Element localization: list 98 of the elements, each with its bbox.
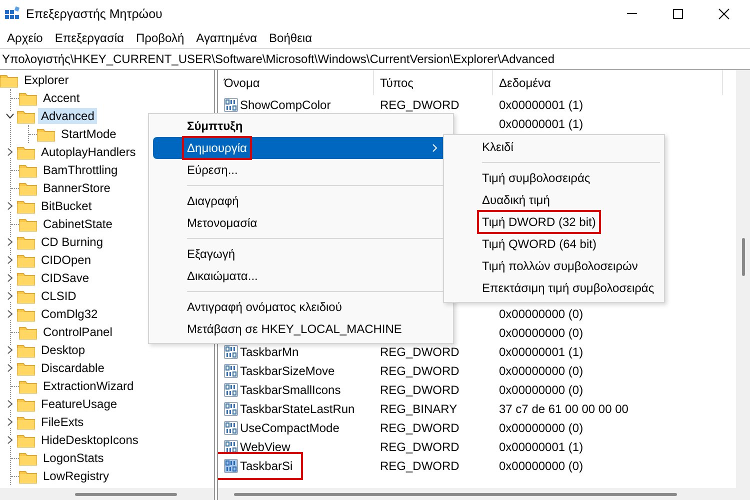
folder-icon — [17, 144, 35, 160]
value-type: REG_DWORD — [379, 420, 460, 436]
window-title: Επεξεργαστής Μητρώου — [26, 6, 162, 23]
folder-icon — [17, 306, 35, 322]
folder-icon — [17, 414, 35, 430]
tree-item[interactable]: CIDSave — [38, 270, 92, 286]
value-name[interactable]: UseCompactMode — [240, 418, 340, 436]
column-header[interactable]: Τύπος — [374, 70, 493, 95]
folder-icon — [17, 396, 35, 412]
scrollbar-thumb[interactable] — [75, 492, 177, 496]
value-name[interactable]: TaskbarSi — [218, 452, 303, 480]
menu-item[interactable]: Τιμή πολλών συμβολοσειρών — [448, 255, 660, 277]
tree-item[interactable]: ComDlg32 — [38, 306, 101, 322]
folder-icon — [0, 72, 18, 88]
menu-item[interactable]: Δυαδική τιμή — [448, 189, 660, 211]
folder-icon — [19, 324, 37, 340]
folder-icon — [19, 216, 37, 232]
folder-icon — [19, 468, 37, 484]
folder-icon — [19, 162, 37, 178]
folder-icon — [17, 108, 35, 124]
scrollbar-thumb[interactable] — [742, 238, 745, 276]
value-type: REG_BINARY — [379, 400, 458, 418]
chevron-right-icon — [431, 143, 439, 153]
value-data: 0x00000000 (0) — [498, 420, 584, 436]
address-field[interactable]: Υπολογιστής\HKEY_CURRENT_USER\Software\Microsoft\Windows\CurrentVersion\Explorer\Advanced — [2, 50, 554, 68]
folder-icon — [19, 90, 37, 106]
value-data: 0x00000001 (1) — [498, 344, 584, 360]
menu-item[interactable]: Αντιγραφή ονόματος κλειδιού — [153, 296, 449, 318]
menu-item[interactable]: Κλειδί — [448, 136, 660, 158]
value-data: 0x00000001 (1) — [498, 116, 584, 132]
value-data: 0x00000000 (0) — [498, 306, 584, 322]
tree-item[interactable]: Explorer — [21, 72, 72, 88]
tree-item[interactable]: BannerStore — [40, 180, 114, 196]
scrollbar-thumb[interactable] — [234, 492, 677, 496]
menu-item[interactable]: Επεξεργασία — [48, 30, 130, 46]
tree-item[interactable]: Advanced — [38, 108, 98, 124]
value-type: REG_DWORD — [379, 344, 460, 360]
menu-item[interactable]: Σύμπτυξη — [153, 115, 449, 137]
tree-item[interactable]: Discardable — [38, 360, 108, 376]
menu-item[interactable]: Αρχείο — [1, 30, 49, 46]
value-type: REG_DWORD — [379, 96, 460, 114]
tree-item[interactable]: StartMode — [58, 126, 120, 142]
menu-item[interactable]: Βοήθεια — [263, 30, 318, 46]
tree-item[interactable]: HideDesktopIcons — [38, 432, 142, 448]
folder-icon — [17, 198, 35, 214]
tree-item[interactable]: CIDOpen — [38, 252, 94, 268]
menu-item[interactable]: Μετάβαση σε HKEY_LOCAL_MACHINE — [153, 318, 449, 340]
column-header[interactable]: Όνομα — [218, 70, 374, 95]
value-type: REG_DWORD — [379, 382, 460, 398]
tree-item[interactable]: ExtractionWizard — [40, 378, 137, 394]
folder-icon — [17, 252, 35, 268]
menu-item[interactable]: Τιμή QWORD (64 bit) — [448, 233, 660, 255]
menu-item[interactable]: Τιμή συμβολοσειράς — [448, 167, 660, 189]
value-data: 0x00000001 (1) — [498, 96, 584, 114]
value-data: 0x00000000 (0) — [498, 324, 584, 342]
value-name[interactable]: TaskbarStateLastRun — [240, 400, 355, 418]
value-name[interactable]: TaskbarSizeMove — [240, 362, 335, 380]
value-type: REG_DWORD — [379, 458, 460, 474]
tree-item[interactable]: Accent — [40, 90, 83, 106]
menu-item[interactable]: Επεκτάσιμη τιμή συμβολοσειράς — [448, 277, 660, 299]
folder-icon — [17, 360, 35, 376]
menu-item[interactable]: Προβολή — [130, 30, 190, 46]
folder-icon — [19, 378, 37, 394]
tree-item[interactable]: LowRegistry — [40, 468, 112, 484]
value-name[interactable]: TaskbarSmallIcons — [240, 380, 341, 398]
menu-item[interactable]: Αγαπημένα — [190, 30, 264, 46]
value-data: 0x00000000 (0) — [498, 362, 584, 380]
app-icon — [4, 6, 20, 22]
tree-item[interactable]: CLSID — [38, 288, 80, 304]
value-data: 0x00000000 (0) — [498, 382, 584, 398]
folder-icon — [17, 432, 35, 448]
tree-item[interactable]: BamThrottling — [40, 162, 121, 178]
column-header[interactable]: Δεδομένα — [493, 70, 723, 95]
value-data: 0x00000001 (1) — [498, 438, 584, 456]
maximize-icon — [672, 8, 684, 20]
folder-icon — [17, 270, 35, 286]
tree-item[interactable]: FileExts — [38, 414, 87, 430]
folder-icon — [19, 180, 37, 196]
tree-item[interactable]: Desktop — [38, 342, 88, 358]
value-type: REG_DWORD — [379, 438, 460, 456]
folder-icon — [17, 342, 35, 358]
tree-item[interactable]: CabinetState — [40, 216, 116, 232]
value-data: 37 c7 de 61 00 00 00 00 — [498, 400, 628, 418]
value-name[interactable]: TaskbarMn — [240, 342, 299, 360]
tree-item[interactable]: ControlPanel — [40, 324, 116, 340]
close-icon — [718, 8, 730, 20]
value-data: 0x00000000 (0) — [498, 458, 584, 474]
tree-item[interactable]: AutoplayHandlers — [38, 144, 139, 160]
tree-item[interactable]: FeatureUsage — [38, 396, 120, 412]
folder-icon — [17, 234, 35, 250]
value-type: REG_DWORD — [379, 362, 460, 380]
folder-icon — [17, 288, 35, 304]
tree-item[interactable]: LogonStats — [40, 450, 107, 466]
folder-icon — [19, 450, 37, 466]
value-name[interactable]: ShowCompColor — [240, 96, 331, 114]
folder-icon — [37, 126, 55, 142]
tree-item[interactable]: BitBucket — [38, 198, 95, 214]
tree-item[interactable]: CD Burning — [38, 234, 106, 250]
